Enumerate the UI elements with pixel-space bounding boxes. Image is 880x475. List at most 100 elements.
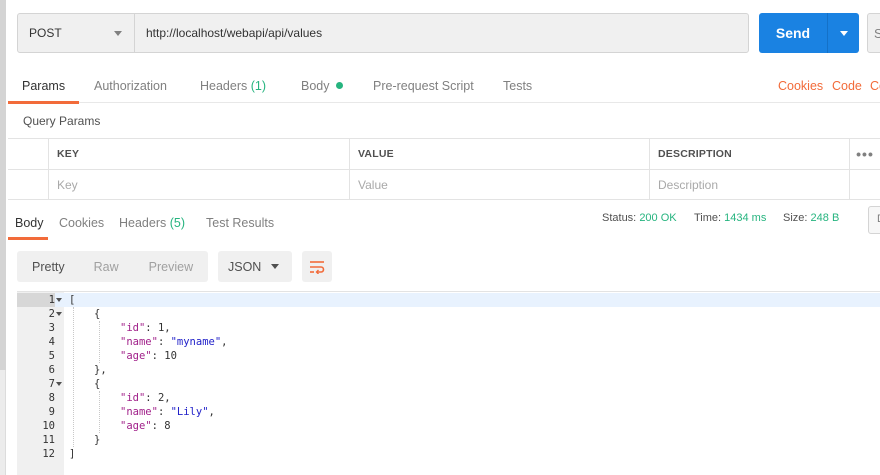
- preview-button[interactable]: Preview: [149, 251, 193, 282]
- tab-response-headers[interactable]: Headers (5): [119, 206, 185, 240]
- code-text: "age": 8: [120, 420, 171, 432]
- code-line: 2 {: [17, 307, 880, 321]
- line-number: 4: [48, 336, 55, 348]
- save-button[interactable]: S: [867, 13, 880, 53]
- line-number: 3: [48, 322, 55, 334]
- headers-count: (1): [250, 79, 267, 93]
- table-row: Key Value Description: [8, 169, 880, 200]
- line-number: 9: [48, 406, 55, 418]
- tab-body[interactable]: Body: [301, 69, 343, 103]
- fold-arrow-icon[interactable]: [56, 382, 62, 386]
- code-line: 7 {: [17, 377, 880, 391]
- language-select[interactable]: JSON: [218, 251, 292, 282]
- tab-authorization[interactable]: Authorization: [94, 69, 167, 103]
- value-input[interactable]: Value: [350, 170, 650, 200]
- code-text: }: [94, 434, 101, 446]
- indent-guide: [73, 307, 74, 447]
- query-params-title: Query Params: [23, 114, 101, 128]
- code-text: [: [69, 294, 76, 306]
- status-label: Status:: [602, 212, 637, 224]
- code-text: {: [94, 378, 101, 390]
- chevron-down-icon: [114, 30, 122, 36]
- comments-link[interactable]: Co: [870, 69, 880, 103]
- code-line: 11 }: [17, 433, 880, 447]
- more-options-icon[interactable]: •••: [850, 139, 880, 169]
- size-value: 248 B: [810, 212, 840, 224]
- response-headers-count: (5): [169, 216, 186, 230]
- language-value: JSON: [228, 259, 262, 274]
- code-line: 1 [: [17, 293, 880, 307]
- status-value: 200 OK: [639, 212, 677, 224]
- json-key: "age": [120, 420, 152, 432]
- send-button-group: Send: [759, 13, 859, 53]
- code-line: 6 },: [17, 363, 880, 377]
- tab-body-label: Body: [301, 79, 330, 93]
- code-line: 12 ]: [17, 447, 880, 461]
- row-checkbox[interactable]: [8, 170, 48, 200]
- fold-arrow-icon[interactable]: [56, 298, 62, 302]
- indent-guide: [99, 321, 100, 363]
- url-input[interactable]: [135, 14, 748, 52]
- tab-params[interactable]: Params: [22, 69, 65, 103]
- raw-button[interactable]: Raw: [94, 251, 119, 282]
- size-readout[interactable]: Size: 248 B: [783, 212, 839, 224]
- cookies-link[interactable]: Cookies: [778, 69, 823, 103]
- tab-headers[interactable]: Headers (1): [200, 69, 266, 103]
- json-key: "id": [120, 392, 146, 404]
- method-select[interactable]: POST: [18, 14, 135, 52]
- tab-response-body[interactable]: Body: [15, 206, 44, 240]
- body-indicator-dot: [335, 82, 343, 90]
- tab-headers-label: Headers: [200, 79, 248, 93]
- send-options-button[interactable]: [828, 13, 859, 53]
- json-string: "myname": [170, 336, 222, 348]
- request-tabs: Params Authorization Headers (1) Body Pr…: [8, 69, 880, 103]
- code-line: 4 "name": "myname",: [17, 335, 880, 349]
- line-number: 2: [48, 308, 55, 320]
- wrap-lines-button[interactable]: [302, 251, 332, 282]
- code-text: "age": 10: [120, 350, 177, 362]
- indent-guide: [99, 391, 100, 433]
- pretty-button[interactable]: Pretty: [32, 251, 65, 282]
- wrap-lines-icon: [310, 260, 325, 274]
- line-number: 8: [48, 392, 55, 404]
- json-key: "age": [120, 350, 152, 362]
- send-button[interactable]: Send: [759, 13, 827, 53]
- code-text: {: [94, 308, 101, 320]
- time-readout[interactable]: Time: 1434 ms: [694, 212, 766, 224]
- left-scrollbar-thumb[interactable]: [0, 0, 6, 370]
- format-view-toggle: Pretty Raw Preview: [17, 251, 208, 282]
- json-number: 10: [164, 350, 177, 362]
- key-column-header: KEY: [48, 139, 350, 169]
- time-label: Time:: [694, 212, 722, 224]
- download-button[interactable]: D: [868, 206, 880, 234]
- description-input[interactable]: Description: [650, 170, 850, 200]
- params-active-indicator: [8, 101, 79, 104]
- fold-arrow-icon[interactable]: [56, 312, 62, 316]
- query-params-table: KEY VALUE DESCRIPTION ••• Key Value Desc…: [8, 138, 880, 200]
- line-number: 11: [42, 434, 55, 446]
- response-body-editor[interactable]: 1 [ 2 { 3 "id": 1, 4 "name": "myname", 5…: [17, 291, 880, 475]
- code-text: "id": 1,: [120, 322, 171, 334]
- code-line: 9 "name": "Lily",: [17, 405, 880, 419]
- status-readout[interactable]: Status: 200 OK: [602, 212, 677, 224]
- time-value: 1434 ms: [724, 212, 767, 224]
- table-header-row: KEY VALUE DESCRIPTION •••: [8, 138, 880, 169]
- tab-test-results[interactable]: Test Results: [206, 206, 274, 240]
- line-number: 1: [17, 293, 55, 307]
- json-key: "id": [120, 322, 146, 334]
- code-line: 3 "id": 1,: [17, 321, 880, 335]
- code-text: "id": 2,: [120, 392, 171, 404]
- size-label: Size:: [783, 212, 808, 224]
- tab-tests[interactable]: Tests: [503, 69, 532, 103]
- chevron-down-icon: [839, 30, 848, 36]
- line-number: 6: [48, 364, 55, 376]
- json-key: "name": [120, 406, 158, 418]
- code-link[interactable]: Code: [832, 69, 862, 103]
- line-number: 5: [48, 350, 55, 362]
- code-text: "name": "myname",: [120, 336, 228, 348]
- tab-prerequest-script[interactable]: Pre-request Script: [373, 69, 474, 103]
- tab-response-cookies[interactable]: Cookies: [59, 206, 104, 240]
- description-column-header: DESCRIPTION: [650, 139, 850, 169]
- key-input[interactable]: Key: [48, 170, 350, 200]
- method-value: POST: [29, 26, 62, 40]
